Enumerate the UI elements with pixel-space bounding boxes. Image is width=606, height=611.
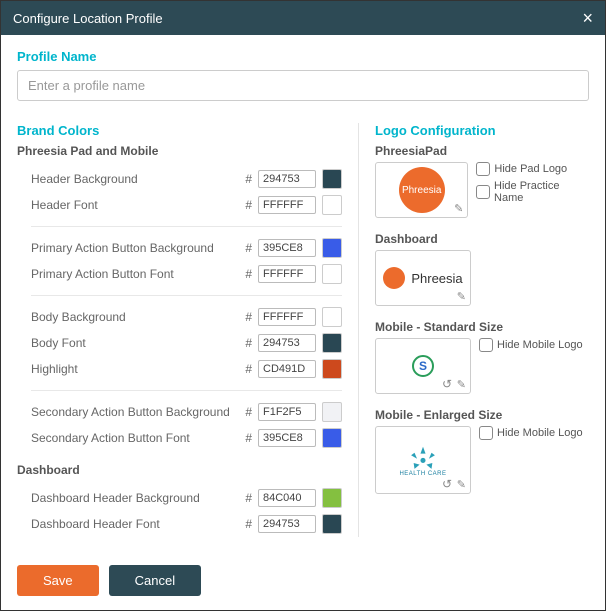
swatch-header-font[interactable] [322,195,342,215]
logo-group-pad: PhreesiaPad Phreesia ✎ Hide Pad Logo [375,144,589,218]
label-pab-bg: Primary Action Button Background [31,241,239,255]
row-dash-hdr-font: Dashboard Header Font # [17,511,342,537]
swatch-dash-hdr-bg[interactable] [322,488,342,508]
label-sab-font: Secondary Action Button Font [31,431,239,445]
label-body-bg: Body Background [31,310,239,324]
dash-title: Dashboard [375,232,589,246]
pad-logo-preview: Phreesia ✎ [375,162,468,218]
input-dash-hdr-font[interactable] [258,515,316,533]
row-body-bg: Body Background # [17,304,342,330]
brand-colors-heading: Brand Colors [17,123,342,138]
checkbox-icon[interactable] [476,162,490,176]
hide-mobile-std-logo-row[interactable]: Hide Mobile Logo [479,338,583,352]
input-header-bg[interactable] [258,170,316,188]
swatch-header-bg[interactable] [322,169,342,189]
dash-logo-preview: Phreesia ✎ [375,250,471,306]
pad-title: PhreesiaPad [375,144,589,158]
row-header-bg: Header Background # [17,166,342,192]
label-dash-hdr-font: Dashboard Header Font [31,517,239,531]
dash-logo-text: Phreesia [411,271,462,286]
hide-pad-logo-label: Hide Pad Logo [494,163,567,175]
input-highlight[interactable] [258,360,316,378]
profile-name-input[interactable] [17,70,589,101]
titlebar: Configure Location Profile × [1,1,605,35]
configure-location-profile-dialog: Configure Location Profile × Profile Nam… [0,0,606,611]
input-pab-font[interactable] [258,265,316,283]
swatch-body-font[interactable] [322,333,342,353]
input-sab-bg[interactable] [258,403,316,421]
dashboard-subhead: Dashboard [17,463,342,477]
hide-practice-name-label: Hide Practice Name [494,180,589,204]
row-pab-bg: Primary Action Button Background # [17,235,342,261]
logo-config-heading: Logo Configuration [375,123,589,138]
undo-icon[interactable]: ↺ [442,477,452,491]
profile-name-heading: Profile Name [17,49,589,64]
swatch-highlight[interactable] [322,359,342,379]
swatch-pab-font[interactable] [322,264,342,284]
label-header-bg: Header Background [31,172,239,186]
input-header-font[interactable] [258,196,316,214]
mobile-std-title: Mobile - Standard Size [375,320,589,334]
pencil-icon[interactable]: ✎ [457,378,466,391]
label-pab-font: Primary Action Button Font [31,267,239,281]
logo-group-mobile-std: Mobile - Standard Size S ↺ ✎ Hide Mobile… [375,320,589,394]
swatch-pab-bg[interactable] [322,238,342,258]
swatch-body-bg[interactable] [322,307,342,327]
row-sab-bg: Secondary Action Button Background # [17,399,342,425]
row-sab-font: Secondary Action Button Font # [17,425,342,451]
swatch-dash-hdr-font[interactable] [322,514,342,534]
pencil-icon[interactable]: ✎ [457,478,466,491]
logo-group-mobile-enl: Mobile - Enlarged Size [375,408,589,494]
pad-mobile-subhead: Phreesia Pad and Mobile [17,144,342,158]
checkbox-icon[interactable] [476,185,490,199]
row-highlight: Highlight # [17,356,342,382]
label-header-font: Header Font [31,198,239,212]
label-highlight: Highlight [31,362,239,376]
input-sab-font[interactable] [258,429,316,447]
undo-icon[interactable]: ↺ [442,377,452,391]
hide-mobile-enl-logo-row[interactable]: Hide Mobile Logo [479,426,583,440]
pencil-icon[interactable]: ✎ [454,202,463,215]
hide-mobile-std-label: Hide Mobile Logo [497,339,583,351]
brand-colors-panel: Brand Colors Phreesia Pad and Mobile Hea… [17,123,359,537]
hide-mobile-enl-label: Hide Mobile Logo [497,427,583,439]
checkbox-icon[interactable] [479,338,493,352]
pad-logo-image: Phreesia [399,167,445,213]
mobile-enl-preview: HEALTH CARE ↺ ✎ [375,426,471,494]
mobile-enl-logo-image: HEALTH CARE [399,443,446,477]
logo-group-dashboard: Dashboard Phreesia ✎ [375,232,589,306]
pencil-icon[interactable]: ✎ [457,290,466,303]
button-row: Save Cancel [17,565,589,596]
swatch-sab-font[interactable] [322,428,342,448]
input-body-bg[interactable] [258,308,316,326]
row-body-font: Body Font # [17,330,342,356]
hide-practice-name-row[interactable]: Hide Practice Name [476,180,589,204]
mobile-std-logo-image: S [412,355,434,377]
mobile-std-preview: S ↺ ✎ [375,338,471,394]
dash-logo-image: Phreesia [383,267,462,289]
input-body-font[interactable] [258,334,316,352]
save-button[interactable]: Save [17,565,99,596]
mobile-enl-title: Mobile - Enlarged Size [375,408,589,422]
label-sab-bg: Secondary Action Button Background [31,405,239,419]
close-icon[interactable]: × [582,9,593,27]
swatch-sab-bg[interactable] [322,402,342,422]
input-dash-hdr-bg[interactable] [258,489,316,507]
row-dash-hdr-bg: Dashboard Header Background # [17,485,342,511]
checkbox-icon[interactable] [479,426,493,440]
label-dash-hdr-bg: Dashboard Header Background [31,491,239,505]
row-header-font: Header Font # [17,192,342,218]
label-body-font: Body Font [31,336,239,350]
logo-config-panel: Logo Configuration PhreesiaPad Phreesia … [359,123,589,537]
window-title: Configure Location Profile [13,11,163,26]
hide-pad-logo-row[interactable]: Hide Pad Logo [476,162,589,176]
row-pab-font: Primary Action Button Font # [17,261,342,287]
dialog-content: Profile Name Brand Colors Phreesia Pad a… [1,35,605,610]
mobile-enl-caption: HEALTH CARE [399,471,446,477]
input-pab-bg[interactable] [258,239,316,257]
cancel-button[interactable]: Cancel [109,565,201,596]
